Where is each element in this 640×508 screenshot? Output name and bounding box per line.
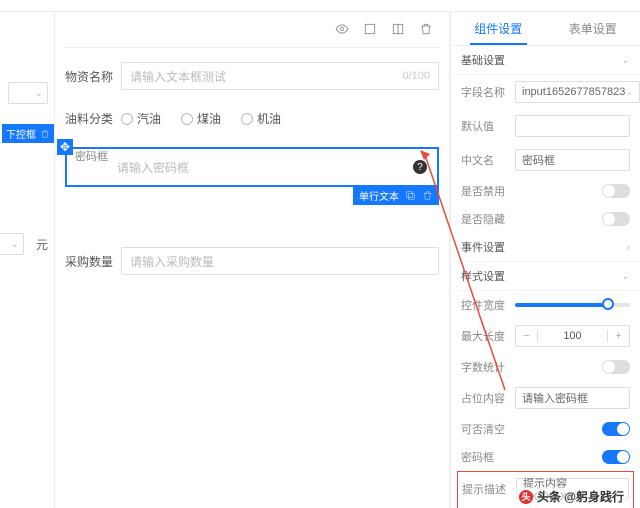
- slider-width[interactable]: [515, 303, 630, 307]
- radio-kerosene[interactable]: 煤油: [181, 110, 221, 127]
- trash-icon: [40, 129, 50, 139]
- selected-component-password[interactable]: ✥ 密码框 请输入密码框 ? 单行文本: [65, 147, 439, 187]
- move-icon[interactable]: ✥: [57, 139, 73, 155]
- form-canvas: 物资名称 请输入文本框测试 0/100 油料分类 汽油 煤油 机油 ✥ 密码框 …: [55, 12, 450, 508]
- help-icon[interactable]: ?: [413, 160, 427, 174]
- chevron-right-icon: ›: [627, 242, 630, 253]
- prop-placeholder-label: 占位内容: [461, 390, 507, 406]
- label-fuel-type: 油料分类: [65, 110, 121, 127]
- left-sidebar: ⌄ 下控框 ⌄ 元: [0, 12, 55, 508]
- field-material-name: 物资名称 请输入文本框测试 0/100: [65, 62, 439, 90]
- trash-icon[interactable]: [419, 22, 433, 39]
- properties-panel: 组件设置 表单设置 基础设置⌄ 字段名称 input1652677857823⌄…: [450, 12, 640, 508]
- selected-label: 密码框: [75, 148, 108, 164]
- radio-gasoline[interactable]: 汽油: [121, 110, 161, 127]
- input-material-name[interactable]: 请输入文本框测试 0/100: [121, 62, 439, 90]
- selected-footer: 单行文本: [353, 186, 439, 205]
- minus-button[interactable]: −: [516, 330, 538, 342]
- eye-icon[interactable]: [335, 22, 349, 39]
- layout-single-icon[interactable]: [363, 22, 377, 39]
- selected-placeholder: 请输入密码框: [117, 159, 189, 176]
- trash-icon[interactable]: [422, 190, 433, 201]
- label-material-name: 物资名称: [65, 68, 121, 85]
- toutiao-logo-icon: 头: [519, 490, 533, 504]
- section-basic[interactable]: 基础设置⌄: [451, 46, 640, 75]
- watermark: 头 头条 @躬身践行: [515, 487, 628, 506]
- switch-password[interactable]: [602, 450, 630, 464]
- section-event[interactable]: 事件设置›: [451, 233, 640, 262]
- label-quantity: 采购数量: [65, 253, 121, 270]
- prop-field-name-label: 字段名称: [461, 84, 507, 100]
- watermark-text: 头条 @躬身践行: [537, 488, 624, 505]
- field-quantity: 采购数量 请输入采购数量: [65, 247, 439, 275]
- switch-wordcount[interactable]: [602, 360, 630, 374]
- copy-icon[interactable]: [405, 190, 416, 201]
- chevron-down-icon: ⌄: [622, 271, 630, 282]
- prop-default-label: 默认值: [461, 118, 507, 134]
- unit-label: 元: [36, 236, 48, 253]
- prop-width-label: 控件宽度: [461, 297, 507, 313]
- section-style[interactable]: 样式设置⌄: [451, 262, 640, 291]
- radio-engine-oil[interactable]: 机油: [241, 110, 281, 127]
- input-placeholder: 请输入采购数量: [130, 253, 214, 270]
- prop-maxlen-label: 最大长度: [461, 328, 507, 344]
- prop-tipdesc-label: 提示描述: [462, 481, 508, 497]
- prop-placeholder-input[interactable]: 请输入密码框: [515, 387, 630, 409]
- field-fuel-type: 油料分类 汽油 煤油 机油: [65, 110, 439, 127]
- prop-clearable-label: 可否清空: [461, 421, 507, 437]
- input-quantity[interactable]: 请输入采购数量: [121, 247, 439, 275]
- prop-wordcount-label: 字数统计: [461, 359, 507, 375]
- tab-component-settings[interactable]: 组件设置: [451, 12, 546, 45]
- input-placeholder: 请输入文本框测试: [130, 68, 226, 85]
- char-counter: 0/100: [402, 70, 430, 82]
- left-select-1[interactable]: ⌄: [8, 82, 48, 104]
- chevron-down-icon: ⌄: [622, 55, 630, 66]
- prop-hidden-label: 是否隐藏: [461, 211, 507, 227]
- prop-cnname-label: 中文名: [461, 152, 507, 168]
- switch-hidden[interactable]: [602, 212, 630, 226]
- tab-form-settings[interactable]: 表单设置: [546, 12, 640, 45]
- switch-clearable[interactable]: [602, 422, 630, 436]
- left-select-2[interactable]: ⌄: [0, 233, 24, 255]
- prop-pwd-label: 密码框: [461, 449, 507, 465]
- drop-below-label: 下控框: [6, 126, 36, 141]
- drop-below-tag[interactable]: 下控框: [2, 124, 54, 143]
- footer-type-label: 单行文本: [359, 188, 399, 203]
- layout-split-icon[interactable]: [391, 22, 405, 39]
- spinner-maxlen[interactable]: −100+: [515, 325, 630, 347]
- prop-disabled-label: 是否禁用: [461, 183, 507, 199]
- prop-cnname-input[interactable]: 密码框: [515, 149, 630, 171]
- plus-button[interactable]: +: [607, 330, 629, 342]
- prop-default-input[interactable]: [515, 115, 630, 137]
- prop-field-name-select[interactable]: input1652677857823⌄: [515, 81, 640, 103]
- switch-disabled[interactable]: [602, 184, 630, 198]
